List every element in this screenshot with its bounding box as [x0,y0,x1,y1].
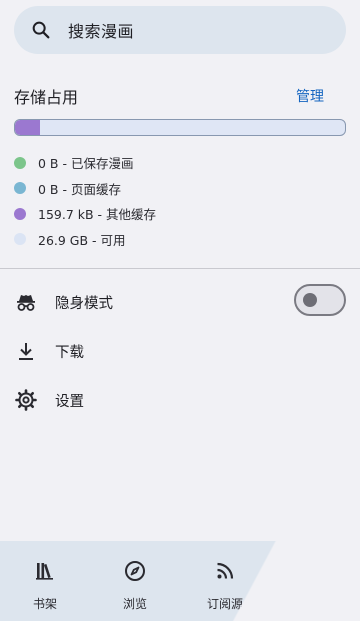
incognito-icon [17,295,35,311]
storage-title: 存储占用 [14,88,79,107]
legend-text: 0 B - 已保存漫画 [38,156,134,172]
nav-label-library: 书架 [32,597,57,611]
rss-icon [217,562,234,579]
legend-item: 0 B - 已保存漫画 [14,150,156,176]
legend-text: 159.7 kB - 其他缓存 [38,207,157,223]
menu-label-download: 下载 [55,344,84,361]
legend-text: 0 B - 页面缓存 [38,181,121,197]
nav-item-sources[interactable]: 订阅源 [180,541,270,621]
bottom-navigation: 书架 浏览 订阅源 [0,541,360,621]
download-icon [19,343,33,360]
legend-dot [14,156,26,169]
toggle-knob [303,293,317,307]
incognito-toggle[interactable] [294,284,346,316]
storage-usage-bar [14,119,346,136]
legend-dot [14,233,26,246]
nav-item-browse[interactable]: 浏览 [90,541,180,621]
legend-text: 26.9 GB - 可用 [38,232,126,248]
storage-legend: 0 B - 已保存漫画 0 B - 页面缓存 159.7 kB - 其他缓存 2… [14,150,156,252]
menu-item-settings[interactable]: 设置 [14,380,346,420]
storage-header: 存储占用 管理 [14,84,346,108]
legend-dot [14,182,26,195]
compass-icon [125,561,145,581]
storage-usage-fill [15,120,40,135]
search-bar[interactable]: 搜索漫画 [14,6,346,54]
app-screen: 搜索漫画 存储占用 管理 0 B - 已保存漫画 0 B - 页面缓存 159.… [0,0,360,621]
search-icon [32,21,50,39]
gear-icon [15,389,37,411]
menu-label-incognito: 隐身模式 [55,295,113,312]
legend-dot [14,207,26,220]
nav-item-library[interactable]: 书架 [0,541,90,621]
menu-item-incognito[interactable]: 隐身模式 [14,282,346,322]
legend-item: 0 B - 页面缓存 [14,176,156,202]
manage-button[interactable]: 管理 [296,86,324,106]
menu-label-settings: 设置 [55,393,84,410]
search-placeholder: 搜索漫画 [68,22,135,41]
nav-label-sources: 订阅源 [206,597,243,611]
library-icon [36,563,53,580]
nav-label-browse: 浏览 [122,597,147,611]
legend-item: 26.9 GB - 可用 [14,227,156,253]
menu-item-download[interactable]: 下载 [14,331,346,371]
legend-item: 159.7 kB - 其他缓存 [14,201,156,227]
section-divider [0,268,360,269]
